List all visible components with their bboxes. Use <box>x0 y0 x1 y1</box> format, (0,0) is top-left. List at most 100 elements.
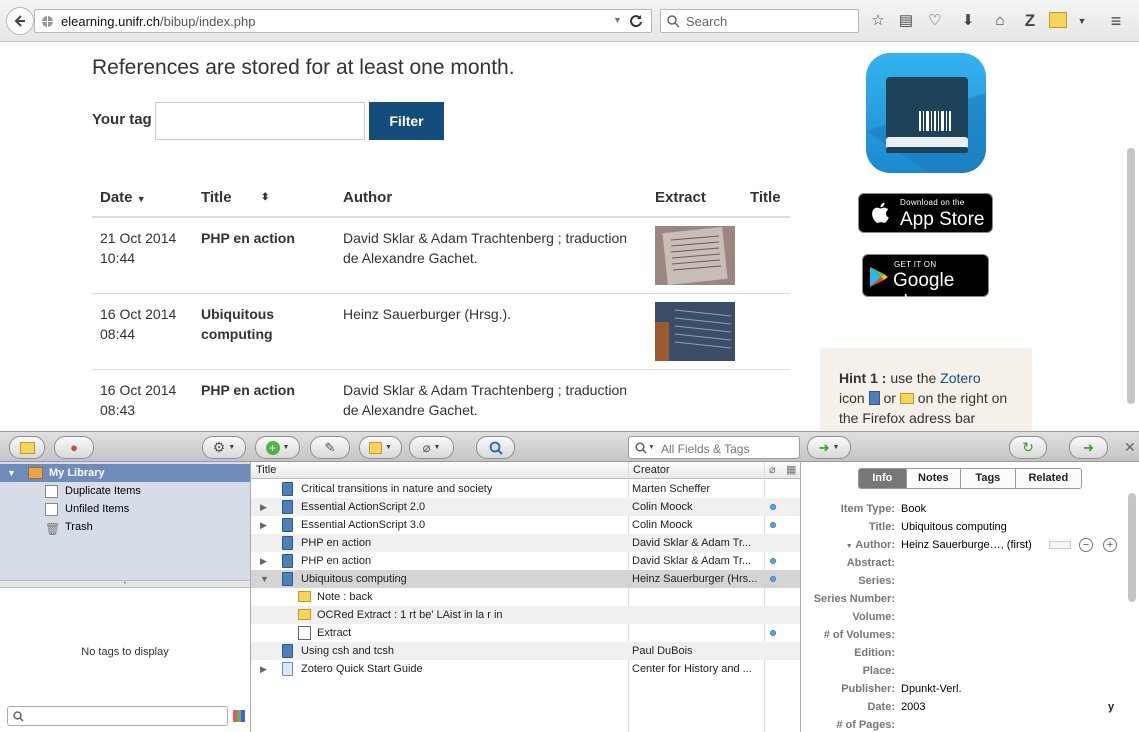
collapse-triangle-icon[interactable]: ▼ <box>260 570 269 588</box>
star-icon[interactable]: ☆ <box>868 11 888 31</box>
field-title[interactable]: Ubiquitous computing <box>901 521 1007 533</box>
pocket-icon[interactable]: ♡ <box>925 11 945 31</box>
item-row[interactable]: Critical transitions in nature and socie… <box>251 480 800 498</box>
header-title[interactable]: Title <box>201 189 232 206</box>
item-row-child[interactable]: Extract <box>251 624 800 642</box>
download-icon[interactable]: ⬇ <box>958 11 978 31</box>
field-publisher[interactable]: Dpunkt-Verl. <box>901 683 962 695</box>
search-icon <box>635 442 647 454</box>
page-scrollbar[interactable] <box>1127 148 1135 404</box>
search-bar[interactable]: Search <box>660 9 859 33</box>
plus-icon: + <box>265 440 280 455</box>
app-store-badge[interactable]: Download on the App Store <box>858 193 993 233</box>
item-row[interactable]: ▶ Essential ActionScript 3.0 Colin Moock <box>251 516 800 534</box>
add-by-identifier-button[interactable]: ✎ <box>310 436 350 459</box>
header-date[interactable]: Date ▼ <box>100 189 146 206</box>
items-pane: Title Creator ⌀ ▦ Critical transitions i… <box>251 462 800 732</box>
reading-list-icon[interactable]: ▤ <box>896 11 916 31</box>
zotero-pane: ● ⚙ ▼ + ▼ ✎ ▼ ⌀ ▼ ▼ All Fields & Tags ➜ ▼ ↻ … <box>0 431 1139 732</box>
item-creator: Center for History and ... <box>632 663 752 675</box>
item-title: Essential ActionScript 3.0 <box>301 519 426 531</box>
expand-triangle-icon[interactable]: ▼ <box>7 464 16 482</box>
zotero-link[interactable]: Zotero <box>940 370 980 386</box>
extract-thumbnail[interactable] <box>655 226 735 285</box>
new-group-button[interactable]: ● <box>54 436 94 459</box>
new-item-button[interactable]: + ▼ <box>255 436 300 459</box>
field-label: Date: <box>867 701 895 713</box>
collection-my-library[interactable]: ▼ My Library <box>0 464 250 482</box>
group-icon: ● <box>70 440 78 455</box>
dropdown-icon[interactable]: ▼ <box>613 15 622 25</box>
field-author[interactable]: Heinz Sauerburge…, (first) <box>901 539 1032 551</box>
filter-button[interactable]: Filter <box>369 102 444 140</box>
tag-filter-input[interactable] <box>7 706 228 726</box>
paperclip-icon: ⌀ <box>422 439 431 455</box>
item-row-child[interactable]: Note : back <box>251 588 800 606</box>
field-label[interactable]: ▼ Author: <box>801 539 895 551</box>
fullscreen-button[interactable]: ➜ <box>1069 436 1108 459</box>
collection-unfiled-items[interactable]: Unfiled Items <box>0 500 250 518</box>
header-title-2[interactable]: Title <box>750 189 781 206</box>
detail-scrollbar[interactable] <box>1128 493 1136 602</box>
tag-input[interactable] <box>155 102 365 140</box>
field-date[interactable]: 2003 <box>901 701 925 713</box>
search-mode-dropdown-icon[interactable]: ▼ <box>648 444 655 451</box>
item-row[interactable]: ▶ Essential ActionScript 2.0 Colin Moock <box>251 498 800 516</box>
reload-icon[interactable] <box>629 14 643 28</box>
new-note-button[interactable]: ▼ <box>359 436 402 459</box>
item-row-child[interactable]: OCRed Extract : 1 rt be' LAist in la r i… <box>251 606 800 624</box>
expand-triangle-icon[interactable]: ▶ <box>260 498 267 516</box>
home-icon[interactable]: ⌂ <box>990 11 1010 31</box>
header-extract[interactable]: Extract <box>655 189 706 206</box>
actions-button[interactable]: ⚙ ▼ <box>202 436 246 459</box>
back-button[interactable] <box>6 7 34 35</box>
column-title[interactable]: Title <box>256 462 276 479</box>
sort-down-icon: ▼ <box>136 194 146 204</box>
hint-text: Hint 1 : use the Zotero icon or on the ri… <box>839 370 1008 426</box>
item-row[interactable]: Using csh and tcsh Paul DuBois <box>251 642 800 660</box>
tab-tags[interactable]: Tags <box>961 469 1016 488</box>
field-item-type[interactable]: Book <box>901 503 926 515</box>
book-icon <box>282 644 293 658</box>
item-row[interactable]: ▶ PHP en action David Sklar & Adam Tr... <box>251 552 800 570</box>
plus-icon[interactable]: + <box>1103 538 1117 552</box>
tab-info[interactable]: Info <box>859 469 907 488</box>
zotero-search-input[interactable]: ▼ All Fields & Tags <box>628 436 800 459</box>
close-icon[interactable]: ✕ <box>1124 439 1136 456</box>
attachment-column-icon[interactable]: ⌀ <box>769 462 776 479</box>
item-row[interactable]: ▶ Zotero Quick Start Guide Center for Hi… <box>251 660 800 678</box>
attachment-button[interactable]: ⌀ ▼ <box>409 436 454 459</box>
tab-notes[interactable]: Notes <box>906 469 962 488</box>
lookup-button[interactable] <box>476 436 515 459</box>
creator-mode-toggle[interactable] <box>1049 541 1071 549</box>
item-row[interactable]: PHP en action David Sklar & Adam Tr... <box>251 534 800 552</box>
pane-splitter[interactable]: • <box>0 580 250 588</box>
expand-triangle-icon[interactable]: ▶ <box>260 660 267 678</box>
sync-button[interactable]: ↻ <box>1009 436 1047 459</box>
header-author[interactable]: Author <box>343 189 392 206</box>
collection-duplicate-items[interactable]: Duplicate Items <box>0 482 250 500</box>
collections-tree: ▼ My Library Duplicate Items Unfiled Ite… <box>0 462 250 580</box>
arrow-right-icon: ➜ <box>818 439 830 455</box>
attachment-file-icon <box>298 626 311 640</box>
google-play-badge[interactable]: GET IT ON Google play <box>862 254 989 313</box>
column-creator[interactable]: Creator <box>633 462 670 479</box>
column-picker-icon[interactable]: ▦ <box>786 462 796 479</box>
bibup-app-icon[interactable] <box>866 53 986 173</box>
tag-selector-icon[interactable] <box>233 710 245 722</box>
collection-trash[interactable]: 🗑 Trash <box>0 518 250 536</box>
dropdown-icon[interactable]: ▼ <box>1072 11 1092 31</box>
zotero-icon[interactable]: Z <box>1020 11 1040 31</box>
tab-related[interactable]: Related <box>1015 469 1081 488</box>
item-row-selected[interactable]: ▼ Ubiquitous computing Heinz Sauerburger… <box>251 570 800 588</box>
zotero-folder-icon[interactable] <box>1049 12 1067 28</box>
menu-icon[interactable]: ≡ <box>1106 11 1126 31</box>
expand-triangle-icon[interactable]: ▶ <box>260 516 267 534</box>
minus-icon[interactable]: − <box>1079 538 1093 552</box>
new-collection-button[interactable] <box>9 436 45 459</box>
extract-thumbnail[interactable] <box>655 302 735 361</box>
expand-triangle-icon[interactable]: ▶ <box>260 552 267 570</box>
sort-both-icon[interactable]: ⬍ <box>261 192 269 203</box>
url-bar[interactable]: elearning.unifr.ch/bibup/index.php ▼ <box>34 9 652 33</box>
locate-button[interactable]: ➜ ▼ <box>807 436 851 459</box>
